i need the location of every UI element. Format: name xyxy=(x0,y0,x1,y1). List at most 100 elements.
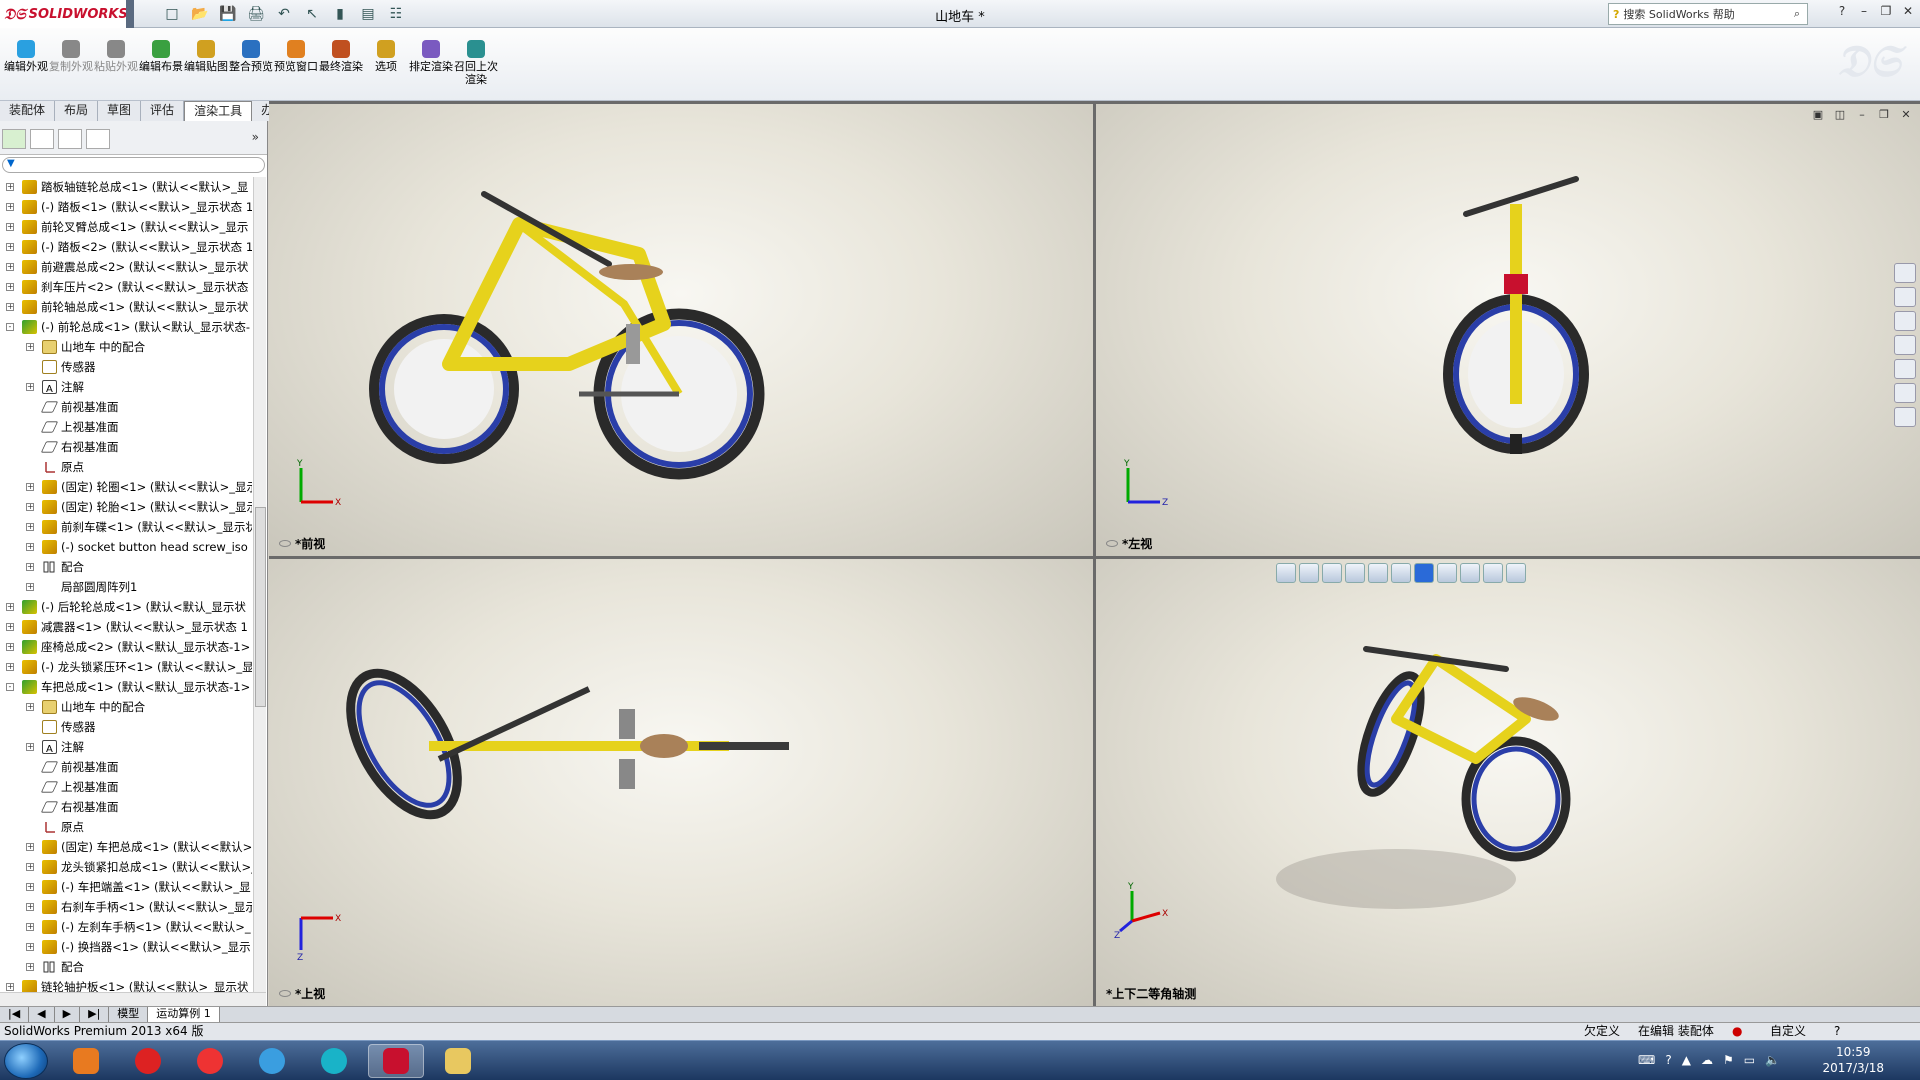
tree-expand-toggle[interactable]: + xyxy=(6,183,14,191)
tree-expand-toggle[interactable]: + xyxy=(26,963,34,971)
tree-expand-toggle[interactable]: + xyxy=(6,603,14,611)
command-tab-2[interactable]: 草图 xyxy=(98,101,142,121)
file-explorer-taskbar-icon[interactable] xyxy=(430,1044,486,1078)
tree-expand-toggle[interactable]: + xyxy=(6,983,14,991)
flag-icon[interactable]: ⚑ xyxy=(1723,1053,1734,1067)
tree-expand-toggle[interactable]: + xyxy=(26,483,34,491)
solidworks-taskbar-icon[interactable] xyxy=(368,1044,424,1078)
bottom-tab-0[interactable]: 模型 xyxy=(109,1007,149,1022)
tree-node[interactable]: 右视基准面 xyxy=(0,437,252,457)
network-icon[interactable]: ☁ xyxy=(1701,1053,1713,1067)
tree-node[interactable]: 上视基准面 xyxy=(0,417,252,437)
tree-expand-toggle[interactable]: + xyxy=(6,663,14,671)
minimize-icon[interactable]: – xyxy=(1856,3,1872,19)
display-icon[interactable]: ▭ xyxy=(1744,1053,1755,1067)
forum-icon[interactable] xyxy=(1894,407,1916,427)
custom-properties-icon[interactable] xyxy=(1894,383,1916,403)
command-tab-4[interactable]: 渲染工具 xyxy=(184,101,253,121)
netease-music-app-icon[interactable] xyxy=(120,1044,176,1078)
tree-expand-toggle[interactable]: + xyxy=(26,383,34,391)
tree-node[interactable]: 前视基准面 xyxy=(0,757,252,777)
tree-node[interactable]: + 龙头锁紧扣总成<1> (默认<<默认>_ xyxy=(0,857,252,877)
new-document-icon[interactable]: □ xyxy=(160,3,184,25)
tree-node[interactable]: + (-) 踏板<1> (默认<<默认>_显示状态 1 xyxy=(0,197,252,217)
tree-node[interactable]: + 前刹车碟<1> (默认<<默认>_显示状 xyxy=(0,517,252,537)
tree-expand-toggle[interactable]: + xyxy=(26,703,34,711)
feature-tree-tab-icon[interactable] xyxy=(2,129,26,149)
rebuild-icon[interactable]: ▮ xyxy=(328,3,352,25)
tree-expand-toggle[interactable]: + xyxy=(6,643,14,651)
property-manager-tab-icon[interactable] xyxy=(30,129,54,149)
tile-view-icon[interactable]: ▣ xyxy=(1810,108,1826,122)
tree-node[interactable]: + 山地车 中的配合 xyxy=(0,697,252,717)
tree-node[interactable]: - (-) 前轮总成<1> (默认<默认_显示状态- xyxy=(0,317,252,337)
select-arrow-icon[interactable]: ↖ xyxy=(300,3,324,25)
tree-expand-toggle[interactable]: + xyxy=(26,943,34,951)
tree-node[interactable]: + (-) 后轮轮总成<1> (默认<默认_显示状 xyxy=(0,597,252,617)
viewport-close-icon[interactable]: ✕ xyxy=(1898,108,1914,122)
expand-panel-icon[interactable]: » xyxy=(252,130,259,144)
tree-expand-toggle[interactable]: + xyxy=(26,903,34,911)
viewport-front[interactable]: Y X *前视 xyxy=(269,104,1093,556)
help-status-icon[interactable]: ? xyxy=(1834,1023,1840,1040)
tree-expand-toggle[interactable]: - xyxy=(6,683,14,691)
tree-expand-toggle[interactable]: + xyxy=(26,583,34,591)
tree-node[interactable]: + (-) 左刹车手柄<1> (默认<<默认>_ xyxy=(0,917,252,937)
tab-nav-next-icon[interactable]: ▶ xyxy=(55,1007,81,1022)
tree-node[interactable]: 原点 xyxy=(0,817,252,837)
tree-node[interactable]: + 踏板轴链轮总成<1> (默认<<默认>_显 xyxy=(0,177,252,197)
browser-app-icon[interactable] xyxy=(244,1044,300,1078)
command-tab-3[interactable]: 评估 xyxy=(141,101,185,121)
ribbon-button-2[interactable]: 粘贴外观 xyxy=(94,40,138,73)
tree-expand-toggle[interactable]: + xyxy=(6,303,14,311)
scroll-thumb[interactable] xyxy=(255,507,266,707)
tree-expand-toggle[interactable]: + xyxy=(26,343,34,351)
tree-node[interactable]: 前视基准面 xyxy=(0,397,252,417)
tree-node[interactable]: + (固定) 车把总成<1> (默认<<默认>_ xyxy=(0,837,252,857)
design-library-icon[interactable] xyxy=(1894,287,1916,307)
tree-node[interactable]: 右视基准面 xyxy=(0,797,252,817)
tab-nav-last-icon[interactable]: ▶| xyxy=(80,1007,110,1022)
tree-expand-toggle[interactable]: + xyxy=(26,883,34,891)
tree-expand-toggle[interactable]: + xyxy=(26,543,34,551)
search-icon[interactable]: ⌕ xyxy=(1787,7,1807,21)
close-icon[interactable]: ✕ xyxy=(1900,3,1916,19)
tree-node[interactable]: 上视基准面 xyxy=(0,777,252,797)
help-search-box[interactable]: ? 搜索 SolidWorks 帮助 ⌕ xyxy=(1608,3,1808,25)
ribbon-button-7[interactable]: 最终渲染 xyxy=(319,40,363,73)
tree-node[interactable]: + 前轮轴总成<1> (默认<<默认>_显示状 xyxy=(0,297,252,317)
print-icon[interactable]: 🖨 xyxy=(244,3,268,25)
tree-node[interactable]: + 配合 xyxy=(0,557,252,577)
command-tab-0[interactable]: 装配体 xyxy=(0,101,56,121)
up-arrow-icon[interactable]: ▲ xyxy=(1682,1053,1691,1067)
tree-expand-toggle[interactable]: + xyxy=(26,743,34,751)
tree-node[interactable]: + (-) 踏板<2> (默认<<默认>_显示状态 1 xyxy=(0,237,252,257)
tree-expand-toggle[interactable]: + xyxy=(6,243,14,251)
tree-node[interactable]: + 前轮叉臂总成<1> (默认<<默认>_显示 xyxy=(0,217,252,237)
display-manager-tab-icon[interactable] xyxy=(86,129,110,149)
bottom-tab-1[interactable]: 运动算例 1 xyxy=(148,1007,220,1022)
ribbon-button-10[interactable]: 召回上次渲染 xyxy=(454,40,498,86)
search-input[interactable]: 搜索 SolidWorks 帮助 xyxy=(1623,6,1787,22)
tree-node[interactable]: + (固定) 轮胎<1> (默认<<默认>_显示 xyxy=(0,497,252,517)
tree-expand-toggle[interactable]: + xyxy=(26,843,34,851)
tree-expand-toggle[interactable]: + xyxy=(26,563,34,571)
file-explorer-icon[interactable] xyxy=(1894,311,1916,331)
menu-arrow-icon[interactable] xyxy=(126,0,134,28)
viewport-restore-icon[interactable]: ❐ xyxy=(1876,108,1892,122)
tree-expand-toggle[interactable]: + xyxy=(6,203,14,211)
tree-node[interactable]: + (-) 换挡器<1> (默认<<默认>_显示 xyxy=(0,937,252,957)
tree-node[interactable]: 传感器 xyxy=(0,357,252,377)
tree-node[interactable]: + (-) 车把端盖<1> (默认<<默认>_显 xyxy=(0,877,252,897)
taskbar-clock[interactable]: 10:59 2017/3/18 xyxy=(1822,1044,1884,1076)
tree-expand-toggle[interactable]: - xyxy=(6,323,14,331)
media-player-app-icon[interactable] xyxy=(58,1044,114,1078)
tree-node[interactable]: + (固定) 轮圈<1> (默认<<默认>_显示 xyxy=(0,477,252,497)
tab-nav-prev-icon[interactable]: ◀ xyxy=(29,1007,55,1022)
viewport-top[interactable]: X Z *上视 xyxy=(269,559,1093,1006)
tree-expand-toggle[interactable]: + xyxy=(6,623,14,631)
tree-expand-toggle[interactable]: + xyxy=(26,863,34,871)
viewport-left[interactable]: Y Z ▣ ◫ – ❐ ✕ *左视 xyxy=(1096,104,1920,556)
network-app-icon[interactable] xyxy=(306,1044,362,1078)
rebuild-indicator-icon[interactable]: ● xyxy=(1732,1023,1742,1040)
